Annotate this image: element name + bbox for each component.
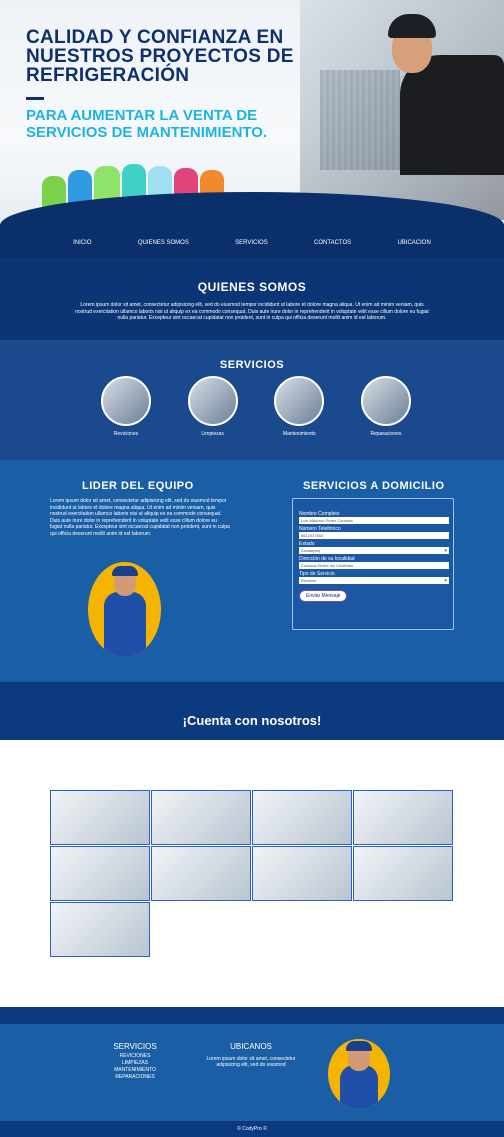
name-value: Luis Mauricio Perez Cordoba xyxy=(301,518,353,523)
lider-section: LIDER DEL EQUIPO Lorem ipsum dolor sit a… xyxy=(0,460,504,682)
hero-banner: CALIDAD Y CONFIANZA EN NUESTROS PROYECTO… xyxy=(0,0,504,228)
service-card-reparaciones[interactable]: Reparaciones xyxy=(356,376,416,437)
phone-field[interactable]: 6612037602 xyxy=(299,532,449,539)
service-label: Reviciones xyxy=(113,431,139,437)
service-card-limpiezas[interactable]: Limpiezas xyxy=(183,376,243,437)
footer-link[interactable]: MANTENIMIENTO xyxy=(100,1067,170,1074)
nav-item-contactos[interactable]: CONTACTOS xyxy=(314,240,351,246)
service-type-select[interactable]: Revisión ▾ xyxy=(299,577,449,584)
service-label: Limpiezas xyxy=(201,431,224,437)
domicilio-title: SERVICIOS A DOMICILIO xyxy=(303,480,445,492)
gallery-image[interactable] xyxy=(353,790,453,845)
service-label: Mantenimiento xyxy=(282,431,316,437)
gallery-image[interactable] xyxy=(50,902,150,957)
cuenta-section: ¡Cuenta con nosotros! xyxy=(0,682,504,740)
service-label: Reparaciones xyxy=(370,431,402,437)
cuenta-title: ¡Cuenta con nosotros! xyxy=(182,713,322,728)
quienes-somos-title: QUIENES SOMOS xyxy=(197,280,307,294)
servicios-title: SERVICIOS xyxy=(219,359,285,371)
main-nav: INICIO QUIENES SOMOS SERVICIOS CONTACTOS… xyxy=(0,228,504,258)
footer: SERVICIOS REVICIONES LIMPIEZAS MANTENIMI… xyxy=(0,1024,504,1121)
address-value: Curitana Sector los Chatimas xyxy=(301,563,354,568)
hero-subtitle: PARA AUMENTAR LA VENTA DE SERVICIOS DE M… xyxy=(26,107,268,141)
gallery-image[interactable] xyxy=(151,790,251,845)
footer-servicios-title: SERVICIOS xyxy=(113,1042,157,1051)
footer-ubicanos-title: UBICANOS xyxy=(230,1042,272,1051)
footer-servicios: SERVICIOS REVICIONES LIMPIEZAS MANTENIMI… xyxy=(100,1042,170,1081)
footer-technician-photo xyxy=(328,1039,390,1109)
chevron-down-icon: ▾ xyxy=(444,577,447,584)
hero-divider xyxy=(26,97,44,100)
service-type-value: Revisión xyxy=(301,578,317,583)
team-leader-photo xyxy=(88,562,161,657)
state-select[interactable]: Zacatepeq ▾ xyxy=(299,547,449,554)
hero-technician-shirt xyxy=(400,55,504,175)
footer-link[interactable]: LIMPIEZAS xyxy=(100,1060,170,1067)
footer-link[interactable]: REVICIONES xyxy=(100,1053,170,1060)
copyright: © CodyPro © xyxy=(0,1121,504,1137)
footer-top-bar xyxy=(0,1007,504,1024)
footer-link[interactable]: REPARACIONES xyxy=(100,1074,170,1081)
gallery-image[interactable] xyxy=(50,790,150,845)
service-image xyxy=(187,376,238,426)
hero-title: CALIDAD Y CONFIANZA EN NUESTROS PROYECTO… xyxy=(26,27,294,86)
gallery-image[interactable] xyxy=(252,790,352,845)
service-image xyxy=(274,376,325,426)
gallery-image[interactable] xyxy=(353,846,453,901)
nav-item-quienes-somos[interactable]: QUIENES SOMOS xyxy=(138,240,189,246)
nav-item-servicios[interactable]: SERVICIOS xyxy=(235,240,268,246)
servicios-section: SERVICIOS Reviciones Limpiezas Mantenimi… xyxy=(0,340,504,460)
service-card-mantenimiento[interactable]: Mantenimiento xyxy=(269,376,329,437)
gallery-image[interactable] xyxy=(50,846,150,901)
state-value: Zacatepeq xyxy=(301,548,320,553)
domicilio-form: Nombre Completo Luis Mauricio Perez Cord… xyxy=(292,498,454,630)
nav-item-ubicacion[interactable]: UBICACION xyxy=(397,240,430,246)
gallery-image[interactable] xyxy=(151,846,251,901)
footer-ubicanos-text: Lorem ipsum dolor sit amet, consectetur … xyxy=(206,1056,296,1068)
phone-value: 6612037602 xyxy=(301,533,324,538)
gallery-image[interactable] xyxy=(252,846,352,901)
chevron-down-icon: ▾ xyxy=(444,547,447,554)
quienes-somos-text: Lorem ipsum dolor sit amet, consectetur … xyxy=(75,302,429,321)
service-image xyxy=(360,376,411,426)
lider-text: Lorem ipsum dolor sit amet, consectetur … xyxy=(50,498,230,537)
send-message-button[interactable]: Enviar Mensaje xyxy=(299,590,348,602)
service-image xyxy=(101,376,151,426)
quienes-somos-section: QUIENES SOMOS Lorem ipsum dolor sit amet… xyxy=(0,258,504,340)
servicios-list: Reviciones Limpiezas Mantenimiento Repar… xyxy=(96,376,416,437)
address-field[interactable]: Curitana Sector los Chatimas xyxy=(299,562,449,569)
nav-item-inicio[interactable]: INICIO xyxy=(73,240,91,246)
service-card-reviciones[interactable]: Reviciones xyxy=(96,376,156,437)
name-field[interactable]: Luis Mauricio Perez Cordoba xyxy=(299,517,449,524)
footer-ubicanos: UBICANOS Lorem ipsum dolor sit amet, con… xyxy=(206,1042,296,1068)
page: CALIDAD Y CONFIANZA EN NUESTROS PROYECTO… xyxy=(0,0,504,1137)
lider-title: LIDER DEL EQUIPO xyxy=(82,480,194,492)
